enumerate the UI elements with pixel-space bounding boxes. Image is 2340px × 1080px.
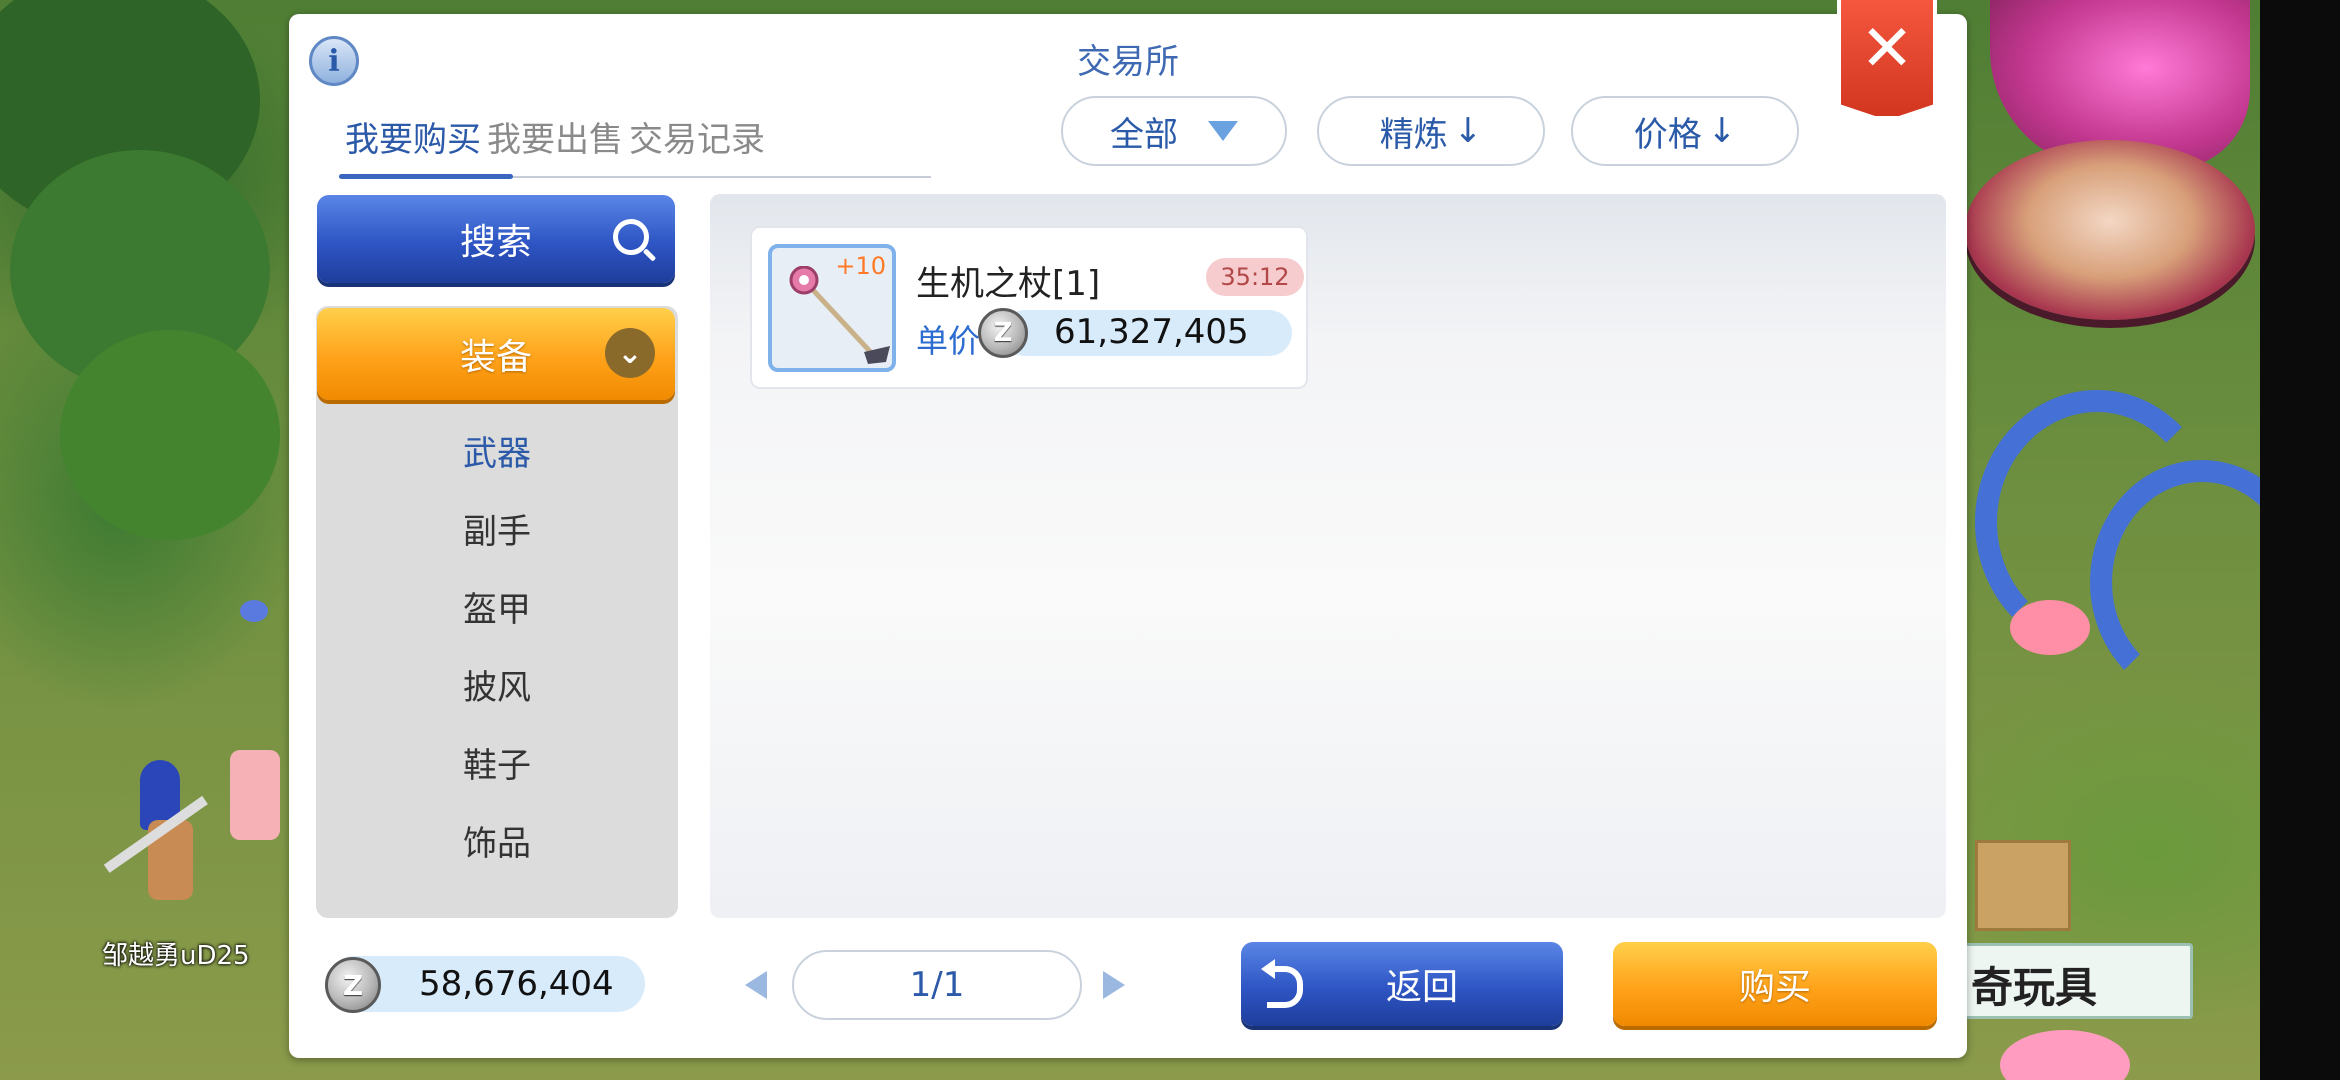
wooden-box xyxy=(1975,840,2071,931)
category-label: 装备 xyxy=(459,337,532,378)
buy-button[interactable]: 购买 xyxy=(1613,942,1937,1026)
tab-bar: 我要购买 我要出售 交易记录 xyxy=(339,96,931,179)
item-price-value: 61,327,405 xyxy=(1054,312,1249,352)
item-icon-frame: +10 xyxy=(768,244,896,372)
active-tab-indicator xyxy=(339,174,513,179)
exchange-panel: i 交易所 ✕ 我要购买 我要出售 交易记录 全部 精炼 ↓ 价格 ↓ 搜索 装… xyxy=(289,0,1967,1058)
unit-price-label: 单价 xyxy=(916,322,981,360)
sort-down-icon: ↓ xyxy=(1453,111,1483,151)
subcategory-accessory[interactable]: 饰品 xyxy=(316,816,678,865)
close-icon: ✕ xyxy=(1860,12,1914,86)
shop-sign: 奇玩具 xyxy=(1960,943,2193,1019)
poring-monster[interactable] xyxy=(2010,600,2090,655)
category-dropdown[interactable]: 装备 ⌄ xyxy=(317,308,675,400)
type-filter-dropdown[interactable]: 全部 xyxy=(1061,96,1287,166)
price-sort-button[interactable]: 价格 ↓ xyxy=(1571,96,1799,166)
dropdown-triangle-icon xyxy=(1208,121,1238,141)
chevron-down-icon: ⌄ xyxy=(605,328,655,378)
character-name: 邹越勇uD25 xyxy=(102,941,250,971)
player-character[interactable] xyxy=(103,760,210,910)
page-indicator: 1/1 xyxy=(792,950,1082,1020)
subcategory-shoes[interactable]: 鞋子 xyxy=(316,738,678,787)
subcategory-weapon[interactable]: 武器 xyxy=(316,426,678,475)
zeny-coin-icon: Z xyxy=(325,957,381,1013)
subcategory-cape[interactable]: 披风 xyxy=(316,660,678,709)
back-button[interactable]: 返回 xyxy=(1241,942,1563,1026)
close-button[interactable]: ✕ xyxy=(1837,0,1937,120)
tab-history[interactable]: 交易记录 xyxy=(629,112,765,161)
back-label: 返回 xyxy=(1385,967,1458,1008)
search-button[interactable]: 搜索 xyxy=(317,195,675,283)
tab-buy[interactable]: 我要购买 xyxy=(345,112,481,161)
panel-title: 交易所 xyxy=(1077,42,1179,82)
prev-page-icon[interactable] xyxy=(745,971,767,999)
type-filter-label: 全部 xyxy=(1110,114,1178,155)
item-price: 61,327,405 xyxy=(1002,310,1292,356)
carousel xyxy=(1965,140,2255,320)
refine-sort-button[interactable]: 精炼 ↓ xyxy=(1317,96,1545,166)
subcategory-armor[interactable]: 盔甲 xyxy=(316,582,678,631)
staff-icon xyxy=(789,266,890,364)
search-icon xyxy=(613,219,649,255)
refine-level: +10 xyxy=(835,252,886,280)
buy-label: 购买 xyxy=(1738,967,1811,1008)
price-sort-label: 价格 xyxy=(1633,114,1702,155)
zeny-coin-icon: Z xyxy=(978,308,1028,358)
refine-sort-label: 精炼 xyxy=(1379,114,1448,155)
sort-down-icon: ↓ xyxy=(1707,111,1737,151)
screen-edge xyxy=(2260,0,2340,1080)
tab-sell[interactable]: 我要出售 xyxy=(487,112,623,161)
listing-timer: 35:12 xyxy=(1206,258,1304,296)
subcategory-offhand[interactable]: 副手 xyxy=(316,504,678,553)
listing-card[interactable]: +10 生机之杖[1] 35:12 单价 61,327,405 Z xyxy=(750,226,1308,389)
blue-flower xyxy=(240,600,268,622)
item-name: 生机之杖[1] xyxy=(916,264,1101,304)
search-label: 搜索 xyxy=(459,222,532,263)
listing-area: +10 生机之杖[1] 35:12 单价 61,327,405 Z xyxy=(710,194,1946,918)
zeny-balance-value: 58,676,404 xyxy=(419,964,614,1004)
next-page-icon[interactable] xyxy=(1103,971,1125,999)
shop-sign-text: 奇玩具 xyxy=(1971,963,2098,1012)
return-icon xyxy=(1261,959,1303,1008)
tree xyxy=(60,330,280,540)
pink-cushion xyxy=(230,750,280,840)
